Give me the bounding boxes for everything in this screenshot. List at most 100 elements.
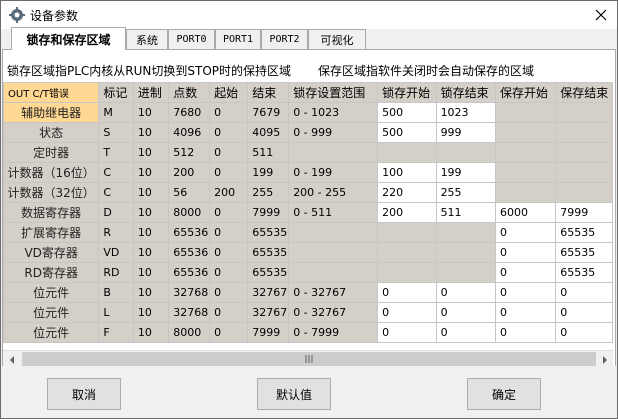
- column-header[interactable]: 结束: [247, 82, 290, 103]
- table-cell[interactable]: 0: [435, 302, 496, 323]
- table-cell[interactable]: 0: [555, 302, 613, 323]
- table-cell[interactable]: 65535: [555, 242, 613, 263]
- row-header[interactable]: 位元件: [3, 302, 100, 323]
- tab-latch-save[interactable]: 锁存和保存区域: [11, 27, 126, 50]
- row-header[interactable]: 数据寄存器: [3, 202, 100, 223]
- row-header[interactable]: 位元件: [3, 322, 100, 343]
- tab-visualization[interactable]: 可视化: [308, 29, 366, 49]
- tab-port0[interactable]: PORT0: [168, 29, 215, 49]
- column-header[interactable]: 保存开始: [494, 82, 557, 103]
- table-cell[interactable]: 511: [435, 202, 496, 223]
- table-row: 数据寄存器 D 10 8000 0 7999 0 - 511 200 511 6000 7999: [3, 202, 613, 223]
- table-cell[interactable]: 199: [435, 162, 496, 183]
- table-cell: [435, 242, 496, 263]
- table-cell[interactable]: 0: [494, 262, 557, 283]
- row-header[interactable]: 计数器（32位）: [3, 182, 100, 203]
- scroll-right-icon[interactable]: [596, 351, 613, 368]
- column-header[interactable]: 保存结束: [555, 82, 613, 103]
- table-cell: 512: [168, 142, 211, 163]
- row-header[interactable]: 位元件: [3, 282, 100, 303]
- column-header[interactable]: 点数: [168, 82, 211, 103]
- close-icon[interactable]: [585, 1, 617, 29]
- row-header[interactable]: 扩展寄存器: [3, 222, 100, 243]
- save-description: 保存区域指软件关闭时会自动保存的区域: [318, 64, 535, 78]
- table-cell[interactable]: 0: [377, 302, 437, 323]
- table-cell: 200 - 255: [288, 182, 379, 203]
- table-cell[interactable]: 999: [435, 122, 496, 143]
- default-values-button[interactable]: 默认值: [257, 378, 331, 410]
- column-header[interactable]: 锁存设置范围: [288, 82, 379, 103]
- table-cell: 0 - 511: [288, 202, 379, 223]
- table-cell: 32767: [247, 302, 290, 323]
- table-cell[interactable]: 0: [377, 322, 437, 343]
- row-header[interactable]: VD寄存器: [3, 242, 100, 263]
- table-cell[interactable]: 65535: [555, 222, 613, 243]
- table-cell[interactable]: 255: [435, 182, 496, 203]
- table-cell: 65536: [168, 242, 211, 263]
- table-cell[interactable]: 220: [377, 182, 437, 203]
- row-header[interactable]: 辅助继电器: [3, 102, 100, 123]
- device-grid[interactable]: OUT C/T错误 标记 进制 点数 起始 结束 锁存设置范围 锁存开始 锁存结…: [3, 82, 613, 350]
- table-cell: 0 - 199: [288, 162, 379, 183]
- table-cell[interactable]: 1023: [435, 102, 496, 123]
- table-cell: 0 - 32767: [288, 282, 379, 303]
- ok-button[interactable]: 确定: [467, 378, 541, 410]
- table-cell[interactable]: 0: [494, 222, 557, 243]
- column-header[interactable]: 锁存开始: [377, 82, 437, 103]
- table-cell: 0: [209, 242, 249, 263]
- table-cell[interactable]: 0: [494, 282, 557, 303]
- table-cell[interactable]: 0: [494, 242, 557, 263]
- table-cell: 0 - 1023: [288, 102, 379, 123]
- cancel-button[interactable]: 取消: [47, 378, 121, 410]
- table-cell[interactable]: 0: [494, 302, 557, 323]
- table-cell: 511: [247, 142, 290, 163]
- table-cell[interactable]: 0: [435, 322, 496, 343]
- table-cell[interactable]: 0: [435, 282, 496, 303]
- table-cell: 7999: [247, 322, 290, 343]
- row-header[interactable]: 定时器: [3, 142, 100, 163]
- table-cell: 32768: [168, 282, 211, 303]
- table-cell: [555, 182, 613, 203]
- table-cell[interactable]: 7999: [555, 202, 613, 223]
- table-cell: 32767: [247, 282, 290, 303]
- table-cell: 65536: [168, 222, 211, 243]
- tab-port1[interactable]: PORT1: [215, 29, 261, 49]
- table-cell[interactable]: 0: [555, 282, 613, 303]
- table-cell[interactable]: 0: [555, 322, 613, 343]
- table-cell: [555, 102, 613, 123]
- table-cell: [494, 142, 557, 163]
- table-cell: [288, 222, 379, 243]
- table-cell: 65535: [247, 242, 290, 263]
- row-header[interactable]: 计数器（16位）: [3, 162, 100, 183]
- tab-port2[interactable]: PORT2: [261, 29, 308, 49]
- table-cell: 10: [132, 322, 170, 343]
- table-cell[interactable]: 65535: [555, 262, 613, 283]
- scroll-left-icon[interactable]: [3, 351, 20, 368]
- table-cell: 8000: [168, 322, 211, 343]
- table-cell: 10: [132, 282, 170, 303]
- row-header[interactable]: 状态: [3, 122, 100, 143]
- table-cell: 10: [132, 242, 170, 263]
- tab-system[interactable]: 系统: [126, 29, 168, 49]
- table-cell[interactable]: 0: [494, 322, 557, 343]
- column-header[interactable]: 起始: [209, 82, 249, 103]
- table-cell[interactable]: 100: [377, 162, 437, 183]
- scrollbar-thumb[interactable]: [22, 352, 596, 366]
- table-cell[interactable]: 500: [377, 122, 437, 143]
- row-header[interactable]: RD寄存器: [3, 262, 100, 283]
- column-header[interactable]: 标记: [98, 82, 134, 103]
- column-header[interactable]: 锁存结束: [435, 82, 496, 103]
- table-cell: 4096: [168, 122, 211, 143]
- table-cell[interactable]: 500: [377, 102, 437, 123]
- table-cell: 0 - 999: [288, 122, 379, 143]
- table-cell[interactable]: 6000: [494, 202, 557, 223]
- table-row: 扩展寄存器 R 10 65536 0 65535 0 65535: [3, 222, 613, 243]
- title-bar: 设备参数: [1, 1, 617, 29]
- grip-icon: [305, 355, 313, 363]
- table-cell: 0: [209, 262, 249, 283]
- table-cell[interactable]: 200: [377, 202, 437, 223]
- column-header[interactable]: 进制: [132, 82, 170, 103]
- table-cell: 65535: [247, 262, 290, 283]
- horizontal-scrollbar[interactable]: [3, 350, 613, 368]
- table-cell[interactable]: 0: [377, 282, 437, 303]
